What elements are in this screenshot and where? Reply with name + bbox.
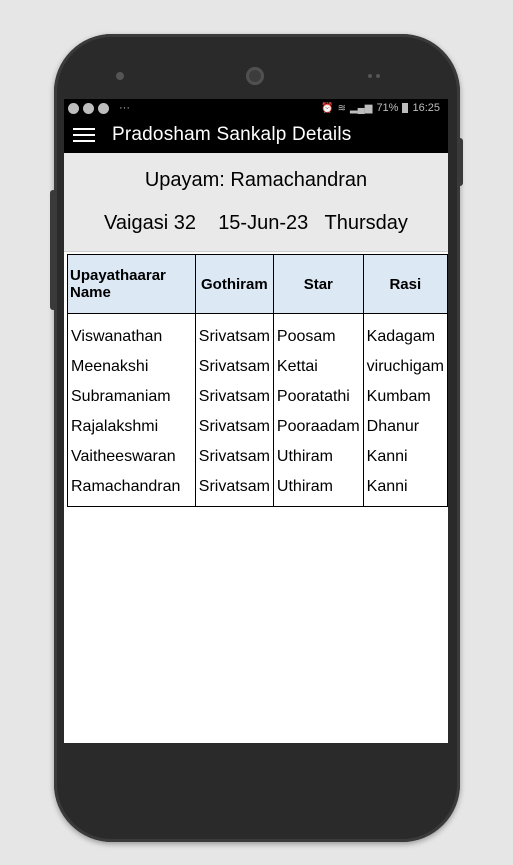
cell-star: Uthiram	[272, 442, 364, 472]
table-row: Meenakshi Srivatsam Kettai viruchigam	[67, 352, 448, 382]
column-header-gothiram: Gothiram	[194, 254, 274, 314]
clock: 16:25	[412, 102, 440, 114]
app-title: Pradosham Sankalp Details	[112, 124, 352, 145]
cell-gothiram: Srivatsam	[194, 352, 274, 382]
sensor-icon	[368, 74, 372, 78]
app-toolbar: Pradosham Sankalp Details	[64, 117, 448, 153]
sensor-icon	[376, 74, 380, 78]
cell-gothiram: Srivatsam	[194, 412, 274, 442]
battery-percent: 71%	[376, 102, 399, 114]
cell-gothiram: Srivatsam	[194, 442, 274, 472]
table-row: Vaitheeswaran Srivatsam Uthiram Kanni	[67, 442, 448, 472]
table-row: Ramachandran Srivatsam Uthiram Kanni	[67, 472, 448, 507]
table-row: Subramaniam Srivatsam Pooratathi Kumbam	[67, 382, 448, 412]
cell-name: Rajalakshmi	[67, 412, 196, 442]
wifi-icon: ≋	[337, 102, 346, 114]
cell-name: Meenakshi	[67, 352, 196, 382]
table-row: Viswanathan Srivatsam Poosam Kadagam	[67, 313, 448, 352]
signal-icon: ▂▄▆	[349, 102, 373, 114]
alarm-icon: ⏰	[321, 102, 334, 114]
date-line: Vaigasi 32 15-Jun-23 Thursday	[104, 212, 408, 234]
menu-icon[interactable]	[64, 117, 104, 153]
cell-rasi: viruchigam	[362, 352, 448, 382]
status-bar: ··· ⏰ ≋ ▂▄▆ 71% 16:25	[64, 99, 448, 117]
upayathaarar-table: Upayathaarar Name Gothiram Star Rasi Vis…	[67, 254, 448, 507]
power-button	[457, 138, 463, 186]
upayam-label: Upayam: Ramachandran	[144, 169, 368, 191]
cell-name: Ramachandran	[67, 472, 196, 507]
camera-icon	[246, 67, 264, 85]
cell-gothiram: Srivatsam	[194, 382, 274, 412]
table-header-row: Upayathaarar Name Gothiram Star Rasi	[67, 254, 448, 314]
notification-icon	[68, 102, 79, 114]
cell-name: Subramaniam	[67, 382, 196, 412]
cell-rasi: Kadagam	[362, 313, 448, 352]
cell-star: Uthiram	[272, 472, 364, 507]
sankalp-header: Upayam: Ramachandran Vaigasi 32 15-Jun-2…	[64, 153, 448, 252]
cell-rasi: Kumbam	[362, 382, 448, 412]
battery-icon	[402, 103, 409, 113]
app-screen: ··· ⏰ ≋ ▂▄▆ 71% 16:25 Pradosham Sankalp …	[64, 99, 448, 743]
cell-rasi: Kanni	[362, 442, 448, 472]
cell-rasi: Dhanur	[362, 412, 448, 442]
column-header-name: Upayathaarar Name	[67, 254, 196, 314]
cell-name: Vaitheeswaran	[67, 442, 196, 472]
notification-icon	[98, 102, 109, 114]
volume-button	[50, 190, 56, 310]
cell-star: Kettai	[272, 352, 364, 382]
cell-gothiram: Srivatsam	[194, 472, 274, 507]
cell-rasi: Kanni	[362, 472, 448, 507]
cell-star: Poosam	[272, 313, 364, 352]
cell-star: Pooraadam	[272, 412, 364, 442]
table-row: Rajalakshmi Srivatsam Pooraadam Dhanur	[67, 412, 448, 442]
cell-star: Pooratathi	[272, 382, 364, 412]
notification-icon	[83, 102, 94, 114]
sensor-icon	[116, 72, 124, 80]
column-header-rasi: Rasi	[362, 254, 448, 314]
more-notifications-icon: ···	[119, 102, 130, 114]
cell-gothiram: Srivatsam	[194, 313, 274, 352]
column-header-star: Star	[272, 254, 364, 314]
cell-name: Viswanathan	[67, 313, 196, 352]
